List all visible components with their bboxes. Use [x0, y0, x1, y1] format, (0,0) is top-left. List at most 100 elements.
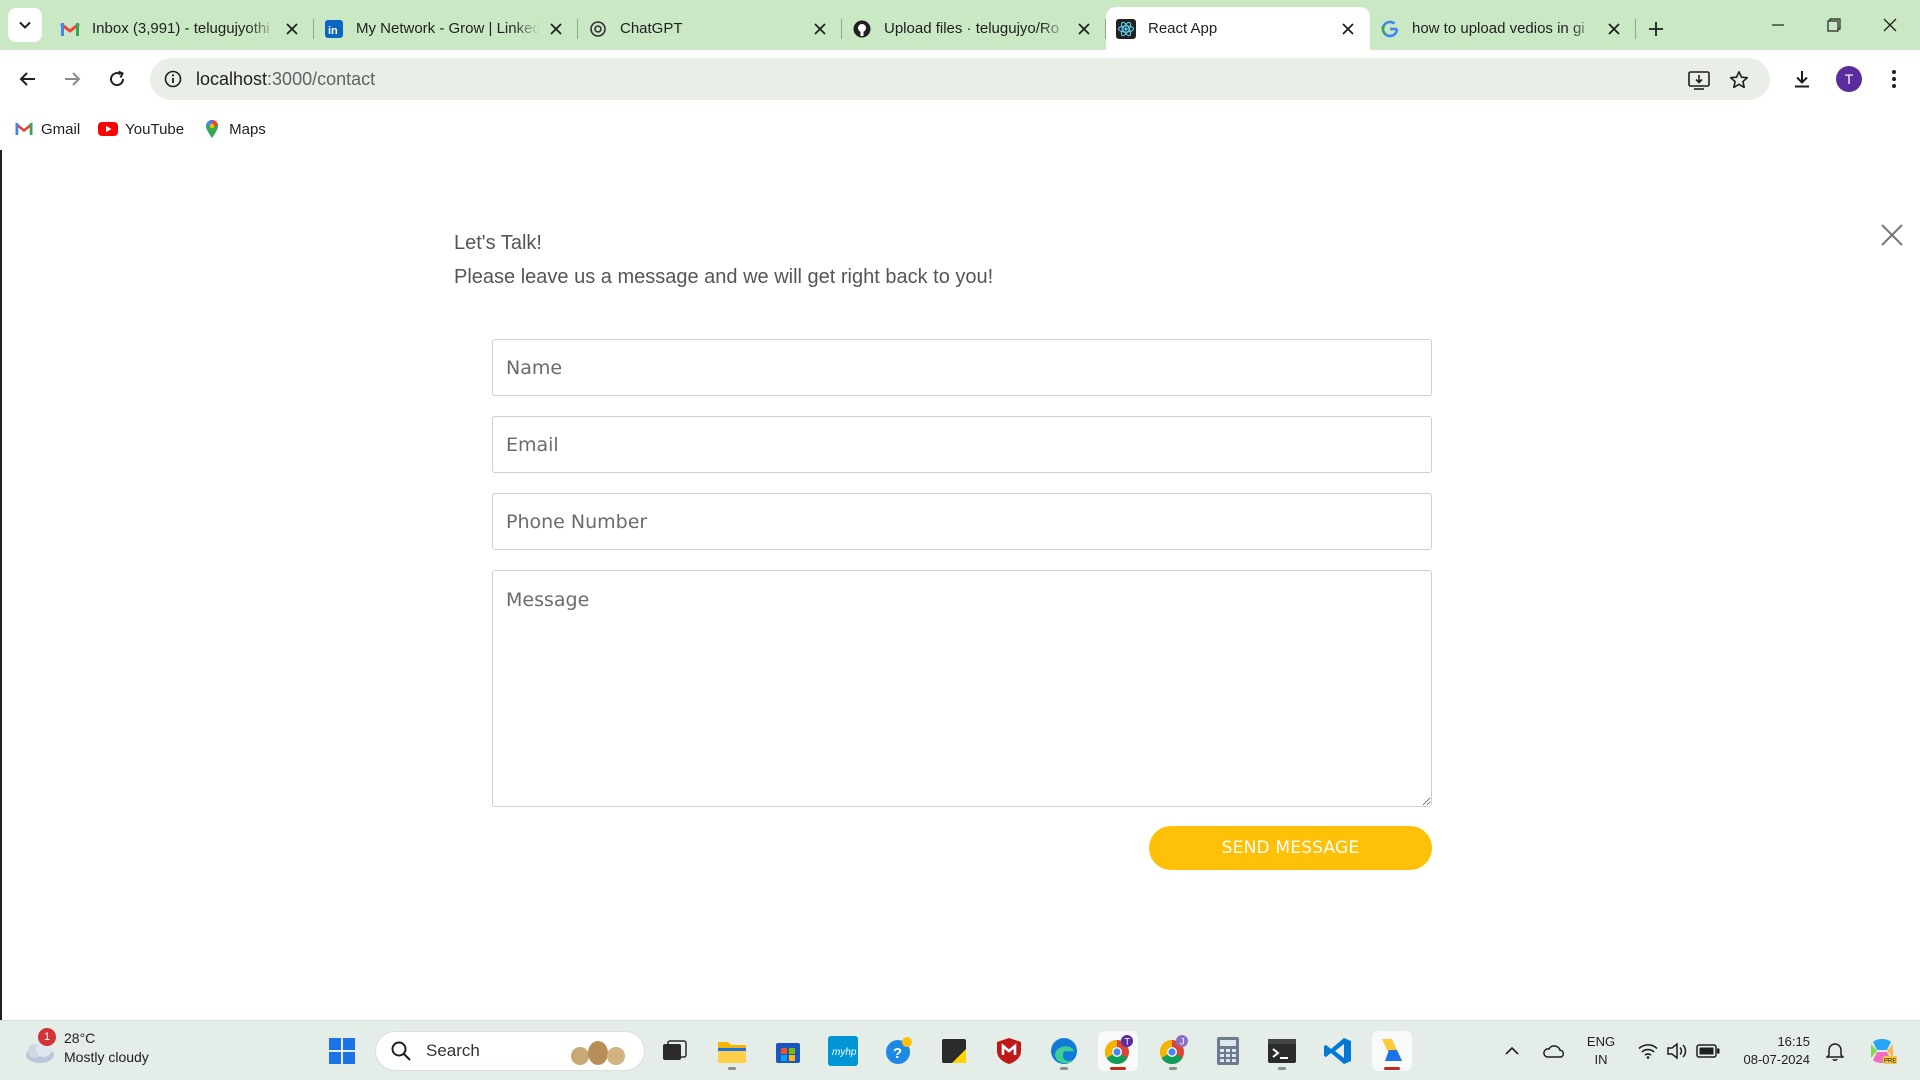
chevron-down-icon — [19, 21, 31, 29]
send-message-button[interactable]: SEND MESSAGE — [1149, 826, 1432, 870]
email-input[interactable] — [492, 416, 1432, 473]
show-hidden-icons-button[interactable] — [1500, 1021, 1524, 1080]
clock-date: 08-07-2024 — [1743, 1052, 1811, 1067]
weather-condition: Mostly cloudy — [64, 1049, 149, 1065]
battery-icon[interactable] — [1694, 1021, 1722, 1080]
windows-logo-icon — [329, 1038, 355, 1064]
svg-text:T: T — [1125, 1037, 1131, 1047]
profile-avatar[interactable]: T — [1836, 66, 1862, 92]
browser-menu-button[interactable] — [1876, 61, 1912, 97]
tab-linkedin[interactable]: in My Network - Grow | LinkedIn — [314, 7, 578, 50]
calculator-icon[interactable] — [1208, 1031, 1248, 1071]
tab-title: how to upload vedios in gi — [1412, 20, 1585, 37]
file-explorer-icon[interactable] — [712, 1031, 752, 1071]
site-info-icon[interactable] — [162, 68, 184, 90]
reload-button[interactable] — [99, 61, 135, 97]
plus-icon — [1649, 21, 1663, 36]
search-highlight-icon — [568, 1038, 630, 1066]
tab-gmail[interactable]: Inbox (3,991) - telugujyothi — [50, 7, 314, 50]
bookmark-youtube[interactable]: YouTube — [98, 119, 184, 139]
weather-widget[interactable]: 1 28°C Mostly cloudy — [20, 1028, 149, 1067]
close-icon[interactable] — [1338, 19, 1358, 39]
browser-toolbar: localhost:3000/contact T — [0, 50, 1920, 108]
volume-icon[interactable] — [1664, 1021, 1690, 1080]
windows-taskbar: 1 28°C Mostly cloudy Search myhp ? T J E… — [0, 1020, 1920, 1080]
tab-title: Inbox (3,991) - telugujyothi — [92, 20, 270, 37]
taskbar-search[interactable]: Search — [375, 1031, 645, 1071]
google-icon — [1380, 19, 1400, 39]
tab-github[interactable]: Upload files · telugujyo/Ro — [842, 7, 1106, 50]
search-icon — [390, 1040, 412, 1062]
tab-strip: Inbox (3,991) - telugujyothi in My Netwo… — [0, 0, 1920, 50]
weather-alert-badge: 1 — [38, 1028, 56, 1046]
url-host: localhost — [196, 68, 268, 89]
svg-text:myhp: myhp — [832, 1047, 857, 1058]
file-explorer-active-icon[interactable] — [1372, 1031, 1412, 1071]
close-icon[interactable] — [810, 19, 830, 39]
chatgpt-icon — [588, 19, 608, 39]
arrow-right-icon — [65, 72, 81, 86]
bookmark-star-icon[interactable] — [1726, 67, 1752, 93]
tab-title: My Network - Grow | LinkedIn — [356, 20, 540, 37]
weather-temperature: 28°C — [64, 1030, 96, 1046]
tab-separator — [1635, 19, 1636, 39]
install-app-icon[interactable] — [1686, 67, 1712, 93]
downloads-button[interactable] — [1784, 61, 1820, 97]
microsoft-store-icon[interactable] — [768, 1031, 808, 1071]
chevron-up-icon — [1505, 1046, 1519, 1055]
bookmark-maps[interactable]: Maps — [202, 119, 266, 139]
address-bar[interactable]: localhost:3000/contact — [150, 58, 1770, 100]
running-indicator — [1060, 1067, 1068, 1070]
close-icon[interactable] — [546, 19, 566, 39]
minimize-button[interactable] — [1750, 0, 1806, 50]
search-label: Search — [426, 1041, 480, 1060]
notifications-bell-icon[interactable] — [1822, 1021, 1848, 1080]
active-indicator — [1384, 1067, 1400, 1070]
tab-title: Upload files · telugujyo/Ro — [884, 20, 1060, 37]
copilot-icon[interactable]: PRE — [1864, 1021, 1900, 1080]
new-tab-button[interactable] — [1636, 7, 1676, 50]
language-indicator[interactable]: ENG IN — [1580, 1033, 1622, 1069]
onedrive-icon[interactable] — [1538, 1021, 1568, 1080]
close-icon[interactable] — [282, 19, 302, 39]
name-input[interactable] — [492, 339, 1432, 396]
chrome-profile-t-icon[interactable]: T — [1098, 1031, 1138, 1071]
close-icon[interactable] — [1604, 19, 1624, 39]
edge-icon[interactable] — [1044, 1031, 1084, 1071]
restore-button[interactable] — [1806, 0, 1862, 50]
bookmark-gmail[interactable]: Gmail — [14, 119, 80, 139]
back-button[interactable] — [10, 61, 46, 97]
tab-google-search[interactable]: how to upload vedios in gi — [1370, 7, 1636, 50]
running-indicator — [1278, 1067, 1286, 1070]
get-help-icon[interactable]: ? — [879, 1031, 919, 1071]
task-view-icon[interactable] — [655, 1031, 695, 1071]
phone-input[interactable] — [492, 493, 1432, 550]
close-icon[interactable] — [1074, 19, 1094, 39]
start-button[interactable] — [322, 1031, 362, 1071]
bookmark-label: Gmail — [41, 120, 81, 138]
svg-text:in: in — [328, 25, 338, 37]
close-icon — [1881, 224, 1903, 246]
myhp-icon[interactable]: myhp — [823, 1031, 863, 1071]
window-close-button[interactable] — [1862, 0, 1918, 50]
url-text: localhost:3000/contact — [196, 69, 375, 90]
sticky-notes-icon[interactable] — [934, 1031, 974, 1071]
youtube-icon — [98, 119, 119, 139]
taskbar-clock[interactable]: 16:15 08-07-2024 — [1730, 1033, 1811, 1069]
tab-search-button[interactable] — [8, 8, 42, 42]
page-close-button[interactable] — [1877, 220, 1907, 250]
clock-time: 16:15 — [1777, 1034, 1810, 1049]
vscode-icon[interactable] — [1318, 1031, 1358, 1071]
terminal-icon[interactable] — [1262, 1031, 1302, 1071]
contact-subheading: Please leave us a message and we will ge… — [454, 266, 994, 288]
message-textarea[interactable] — [492, 570, 1432, 807]
close-icon — [1883, 18, 1897, 32]
mcafee-icon[interactable] — [989, 1031, 1029, 1071]
tab-chatgpt[interactable]: ChatGPT — [578, 7, 842, 50]
gmail-icon — [60, 19, 80, 39]
forward-button[interactable] — [54, 61, 90, 97]
more-vertical-icon — [1892, 70, 1896, 88]
tab-react-app[interactable]: React App — [1106, 7, 1370, 50]
wifi-icon[interactable] — [1636, 1021, 1660, 1080]
chrome-profile-j-icon[interactable]: J — [1153, 1031, 1193, 1071]
